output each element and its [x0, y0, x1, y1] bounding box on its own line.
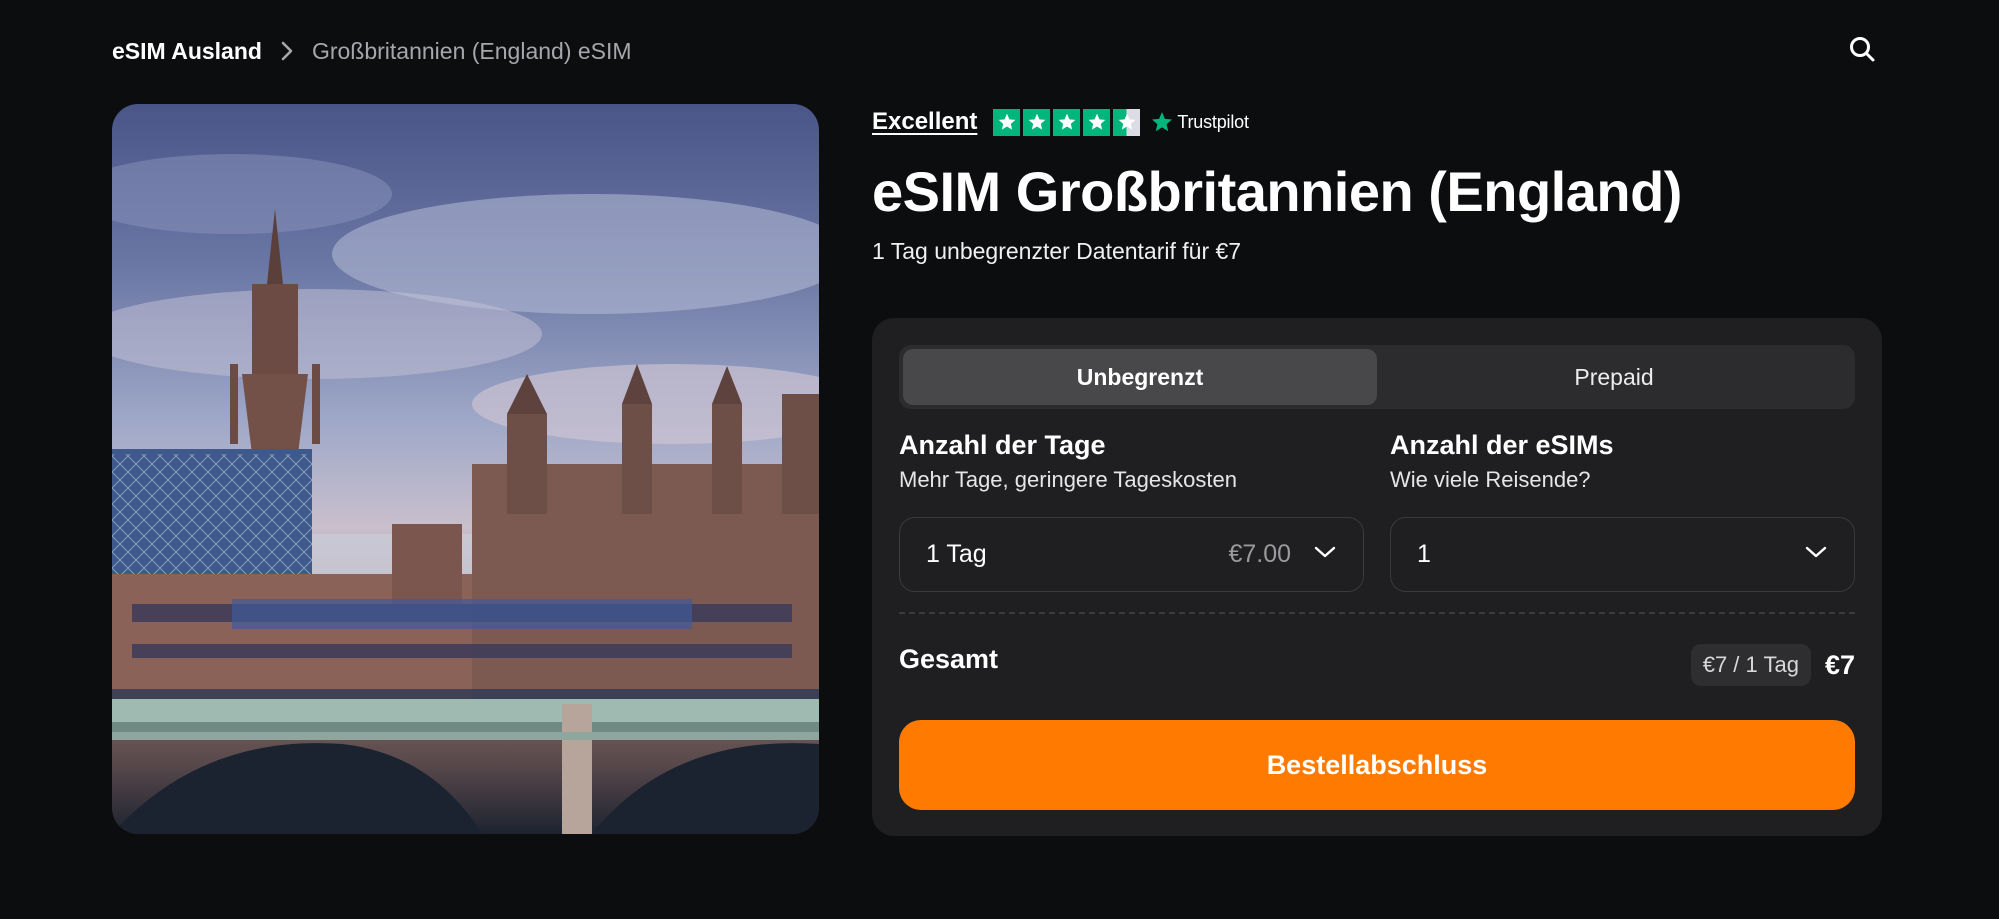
esims-select[interactable]: 1	[1390, 517, 1855, 592]
days-subtitle: Mehr Tage, geringere Tageskosten	[899, 467, 1237, 492]
days-select-value: 1 Tag	[926, 540, 987, 568]
trustpilot-rating[interactable]: Excellent Trustpilot	[872, 104, 1882, 140]
total-summary: €7 / 1 Tag €7	[1690, 644, 1855, 686]
star-icon	[993, 108, 1021, 136]
star-icon	[1083, 108, 1111, 136]
hero-image	[112, 104, 819, 834]
tab-prepaid[interactable]: Prepaid	[1377, 349, 1851, 405]
days-section: Anzahl der Tage Mehr Tage, geringere Tag…	[899, 430, 1364, 493]
purchase-card: Unbegrenzt Prepaid Anzahl der Tage Mehr …	[872, 318, 1882, 836]
chevron-down-icon	[1804, 545, 1828, 564]
rating-label: Excellent	[872, 108, 978, 135]
esims-subtitle: Wie viele Reisende?	[1390, 467, 1591, 492]
westminster-illustration	[112, 154, 819, 834]
trustpilot-star-icon	[1152, 112, 1173, 132]
esims-title: Anzahl der eSIMs	[1390, 430, 1614, 460]
search-button[interactable]	[1845, 34, 1879, 68]
per-day-badge: €7 / 1 Tag	[1690, 644, 1811, 686]
plan-tabs: Unbegrenzt Prepaid	[899, 345, 1855, 409]
chevron-down-icon	[1313, 545, 1337, 564]
search-icon	[1848, 35, 1876, 68]
checkout-button[interactable]: Bestellabschluss	[899, 720, 1855, 810]
days-title: Anzahl der Tage	[899, 430, 1106, 460]
total-label: Gesamt	[899, 644, 999, 674]
divider	[899, 612, 1855, 614]
star-icon	[1023, 108, 1051, 136]
days-select-price: €7.00	[1228, 540, 1291, 568]
chevron-right-icon	[280, 40, 294, 62]
total-price: €7	[1824, 649, 1855, 680]
esims-section: Anzahl der eSIMs Wie viele Reisende?	[1390, 430, 1855, 493]
trustpilot-logo: Trustpilot	[1150, 110, 1249, 134]
breadcrumb-current: Großbritannien (England) eSIM	[311, 37, 632, 64]
rating-stars	[993, 108, 1141, 136]
esims-select-value: 1	[1417, 540, 1431, 568]
star-icon	[1053, 108, 1081, 136]
page-title: eSIM Großbritannien (England)	[872, 160, 1682, 223]
tab-unbegrenzt[interactable]: Unbegrenzt	[903, 349, 1377, 405]
days-select[interactable]: 1 Tag €7.00	[899, 517, 1364, 592]
breadcrumb-home-link[interactable]: eSIM Ausland	[112, 38, 262, 65]
trustpilot-wordmark: Trustpilot	[1177, 111, 1249, 132]
product-header: Excellent Trustpilot eSIM Großbritannien…	[872, 104, 1882, 265]
half-star-icon	[1113, 108, 1141, 136]
page-subtitle: 1 Tag unbegrenzter Datentarif für €7	[872, 238, 1242, 264]
top-bar: eSIM Ausland Großbritannien (England) eS…	[112, 34, 1875, 68]
